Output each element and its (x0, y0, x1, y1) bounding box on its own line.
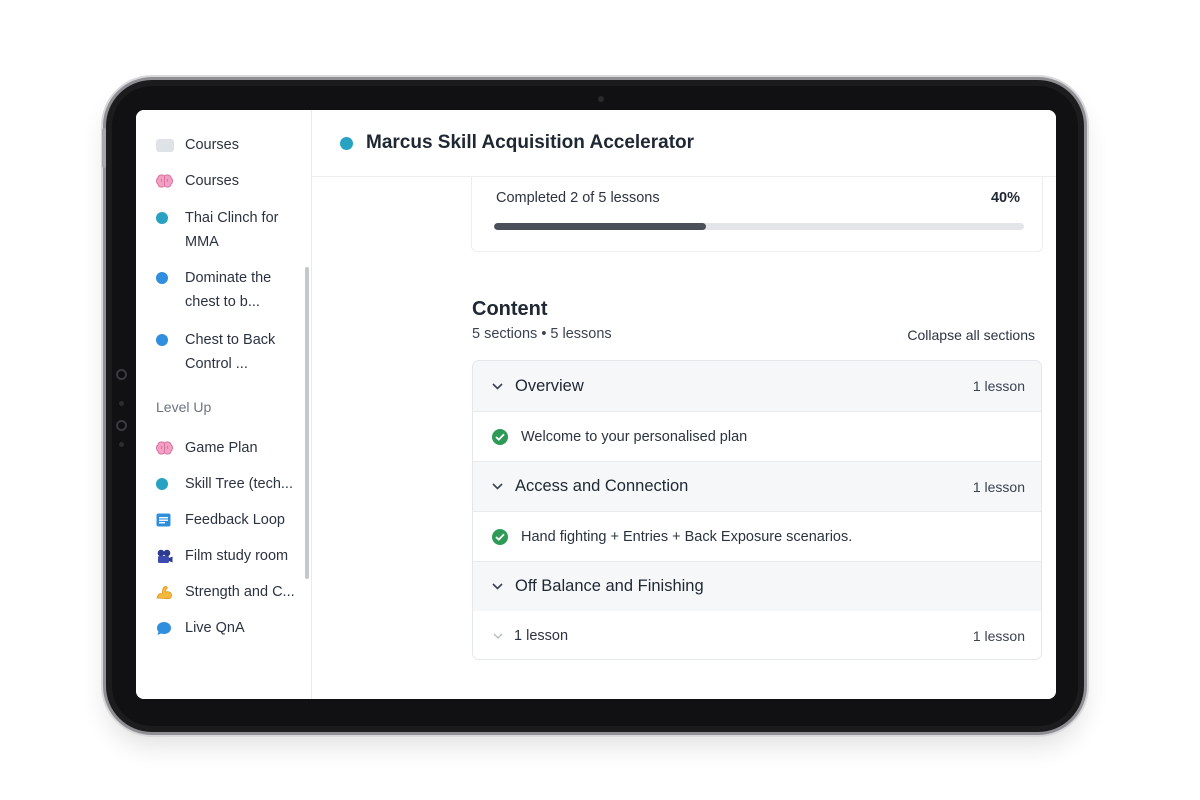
course-sections: Overview 1 lesson Welcome to your person… (472, 360, 1042, 660)
lesson-title: Hand fighting + Entries + Back Exposure … (521, 529, 853, 545)
progress-percent: 40% (990, 190, 1020, 206)
chevron-down-icon (491, 581, 503, 593)
app-screen: Courses Courses Thai Clinch for MMA Domi… (136, 110, 1056, 699)
teal-dot-icon (156, 206, 174, 230)
folder-icon (156, 133, 174, 157)
sensor-icon (116, 369, 127, 380)
sidebar-item-label: Film study room (185, 548, 289, 564)
sidebar-item-label: Courses (185, 173, 239, 189)
section-lesson-count: 1 lesson (972, 378, 1025, 394)
sidebar-item-strength[interactable]: Strength and C... (156, 580, 306, 604)
section-header-access[interactable]: Access and Connection 1 lesson (473, 461, 1041, 512)
section-title: Overview (515, 376, 584, 395)
blue-dot-icon (156, 266, 174, 290)
brain-icon (156, 169, 174, 193)
sidebar-item-label: Skill Tree (tech... (185, 476, 293, 492)
sensor-icon (119, 401, 124, 406)
sidebar-item-feedback-loop[interactable]: Feedback Loop (156, 508, 306, 532)
sidebar-section-title: Level Up (156, 399, 212, 415)
sidebar-item-label: Game Plan (185, 440, 258, 456)
sidebar-item-courses[interactable]: Courses (156, 169, 306, 193)
sidebar-item-game-plan[interactable]: Game Plan (156, 436, 306, 460)
lesson-row[interactable]: 1 lesson 1 lesson (473, 611, 1041, 659)
flexed-arm-icon (156, 580, 174, 604)
check-circle-icon (492, 429, 508, 445)
sidebar-item-thai-clinch[interactable]: Thai Clinch for MMA (156, 206, 306, 254)
sidebar: Courses Courses Thai Clinch for MMA Domi… (136, 110, 312, 699)
progress-text: Completed 2 of 5 lessons (496, 190, 660, 206)
progress-bar-fill (494, 223, 706, 230)
sensor-icon (116, 420, 127, 431)
sidebar-item-label: Live QnA (185, 620, 245, 636)
lesson-title: 1 lesson (514, 628, 569, 644)
course-dot-icon (340, 136, 353, 150)
content-meta: 5 sections • 5 lessons (472, 326, 612, 342)
film-icon (156, 544, 174, 568)
content-heading: Content (472, 298, 548, 320)
blue-dot-icon (156, 328, 174, 352)
lesson-row[interactable]: Welcome to your personalised plan (473, 412, 1041, 462)
sidebar-item-label: Strength and C... (185, 584, 295, 600)
sensor-icon (119, 442, 124, 447)
sidebar-scrollbar[interactable] (305, 267, 309, 579)
section-lesson-count: 1 lesson (972, 628, 1025, 644)
check-circle-icon (492, 529, 508, 545)
main-content: Marcus Skill Acquisition Accelerator Com… (312, 110, 1056, 699)
chevron-down-icon (491, 380, 503, 392)
camera-icon (598, 96, 604, 102)
sidebar-item-skill-tree[interactable]: Skill Tree (tech... (156, 472, 306, 496)
sidebar-item-label: Feedback Loop (185, 512, 285, 528)
sidebar-item-label: Thai Clinch for MMA (185, 210, 279, 250)
page-title: Marcus Skill Acquisition Accelerator (366, 132, 695, 153)
section-header-overview[interactable]: Overview 1 lesson (473, 361, 1041, 412)
lesson-title: Welcome to your personalised plan (521, 429, 748, 445)
section-title: Off Balance and Finishing (515, 577, 704, 595)
speech-bubble-icon (156, 616, 174, 640)
sidebar-item-live-qna[interactable]: Live QnA (156, 616, 306, 640)
sidebar-item-film-study[interactable]: Film study room (156, 544, 306, 568)
lesson-row[interactable]: Hand fighting + Entries + Back Exposure … (473, 512, 1041, 562)
sidebar-item-chest-to-back[interactable]: Chest to Back Control ... (156, 328, 306, 376)
chevron-down-icon (491, 481, 503, 493)
sidebar-item-label: Courses (185, 137, 239, 153)
teal-dot-icon (156, 472, 174, 496)
progress-bar (494, 223, 1024, 230)
notes-icon (156, 508, 174, 532)
sidebar-item-courses-top[interactable]: Courses (156, 133, 306, 157)
section-lesson-count: 1 lesson (972, 478, 1025, 495)
section-header-off-balance[interactable]: Off Balance and Finishing (473, 561, 1041, 612)
progress-card: Completed 2 of 5 lessons 40% (471, 177, 1043, 252)
brain-icon (156, 436, 174, 460)
collapse-all-button[interactable]: Collapse all sections (907, 327, 1035, 343)
chevron-down-icon (492, 630, 504, 642)
sidebar-item-label: Chest to Back Control ... (185, 332, 276, 372)
power-button (102, 128, 106, 168)
section-title: Access and Connection (515, 477, 689, 495)
sidebar-item-dominate-chest[interactable]: Dominate the chest to b... (156, 266, 306, 314)
sidebar-item-label: Dominate the chest to b... (185, 270, 272, 310)
header: Marcus Skill Acquisition Accelerator (312, 110, 1056, 177)
